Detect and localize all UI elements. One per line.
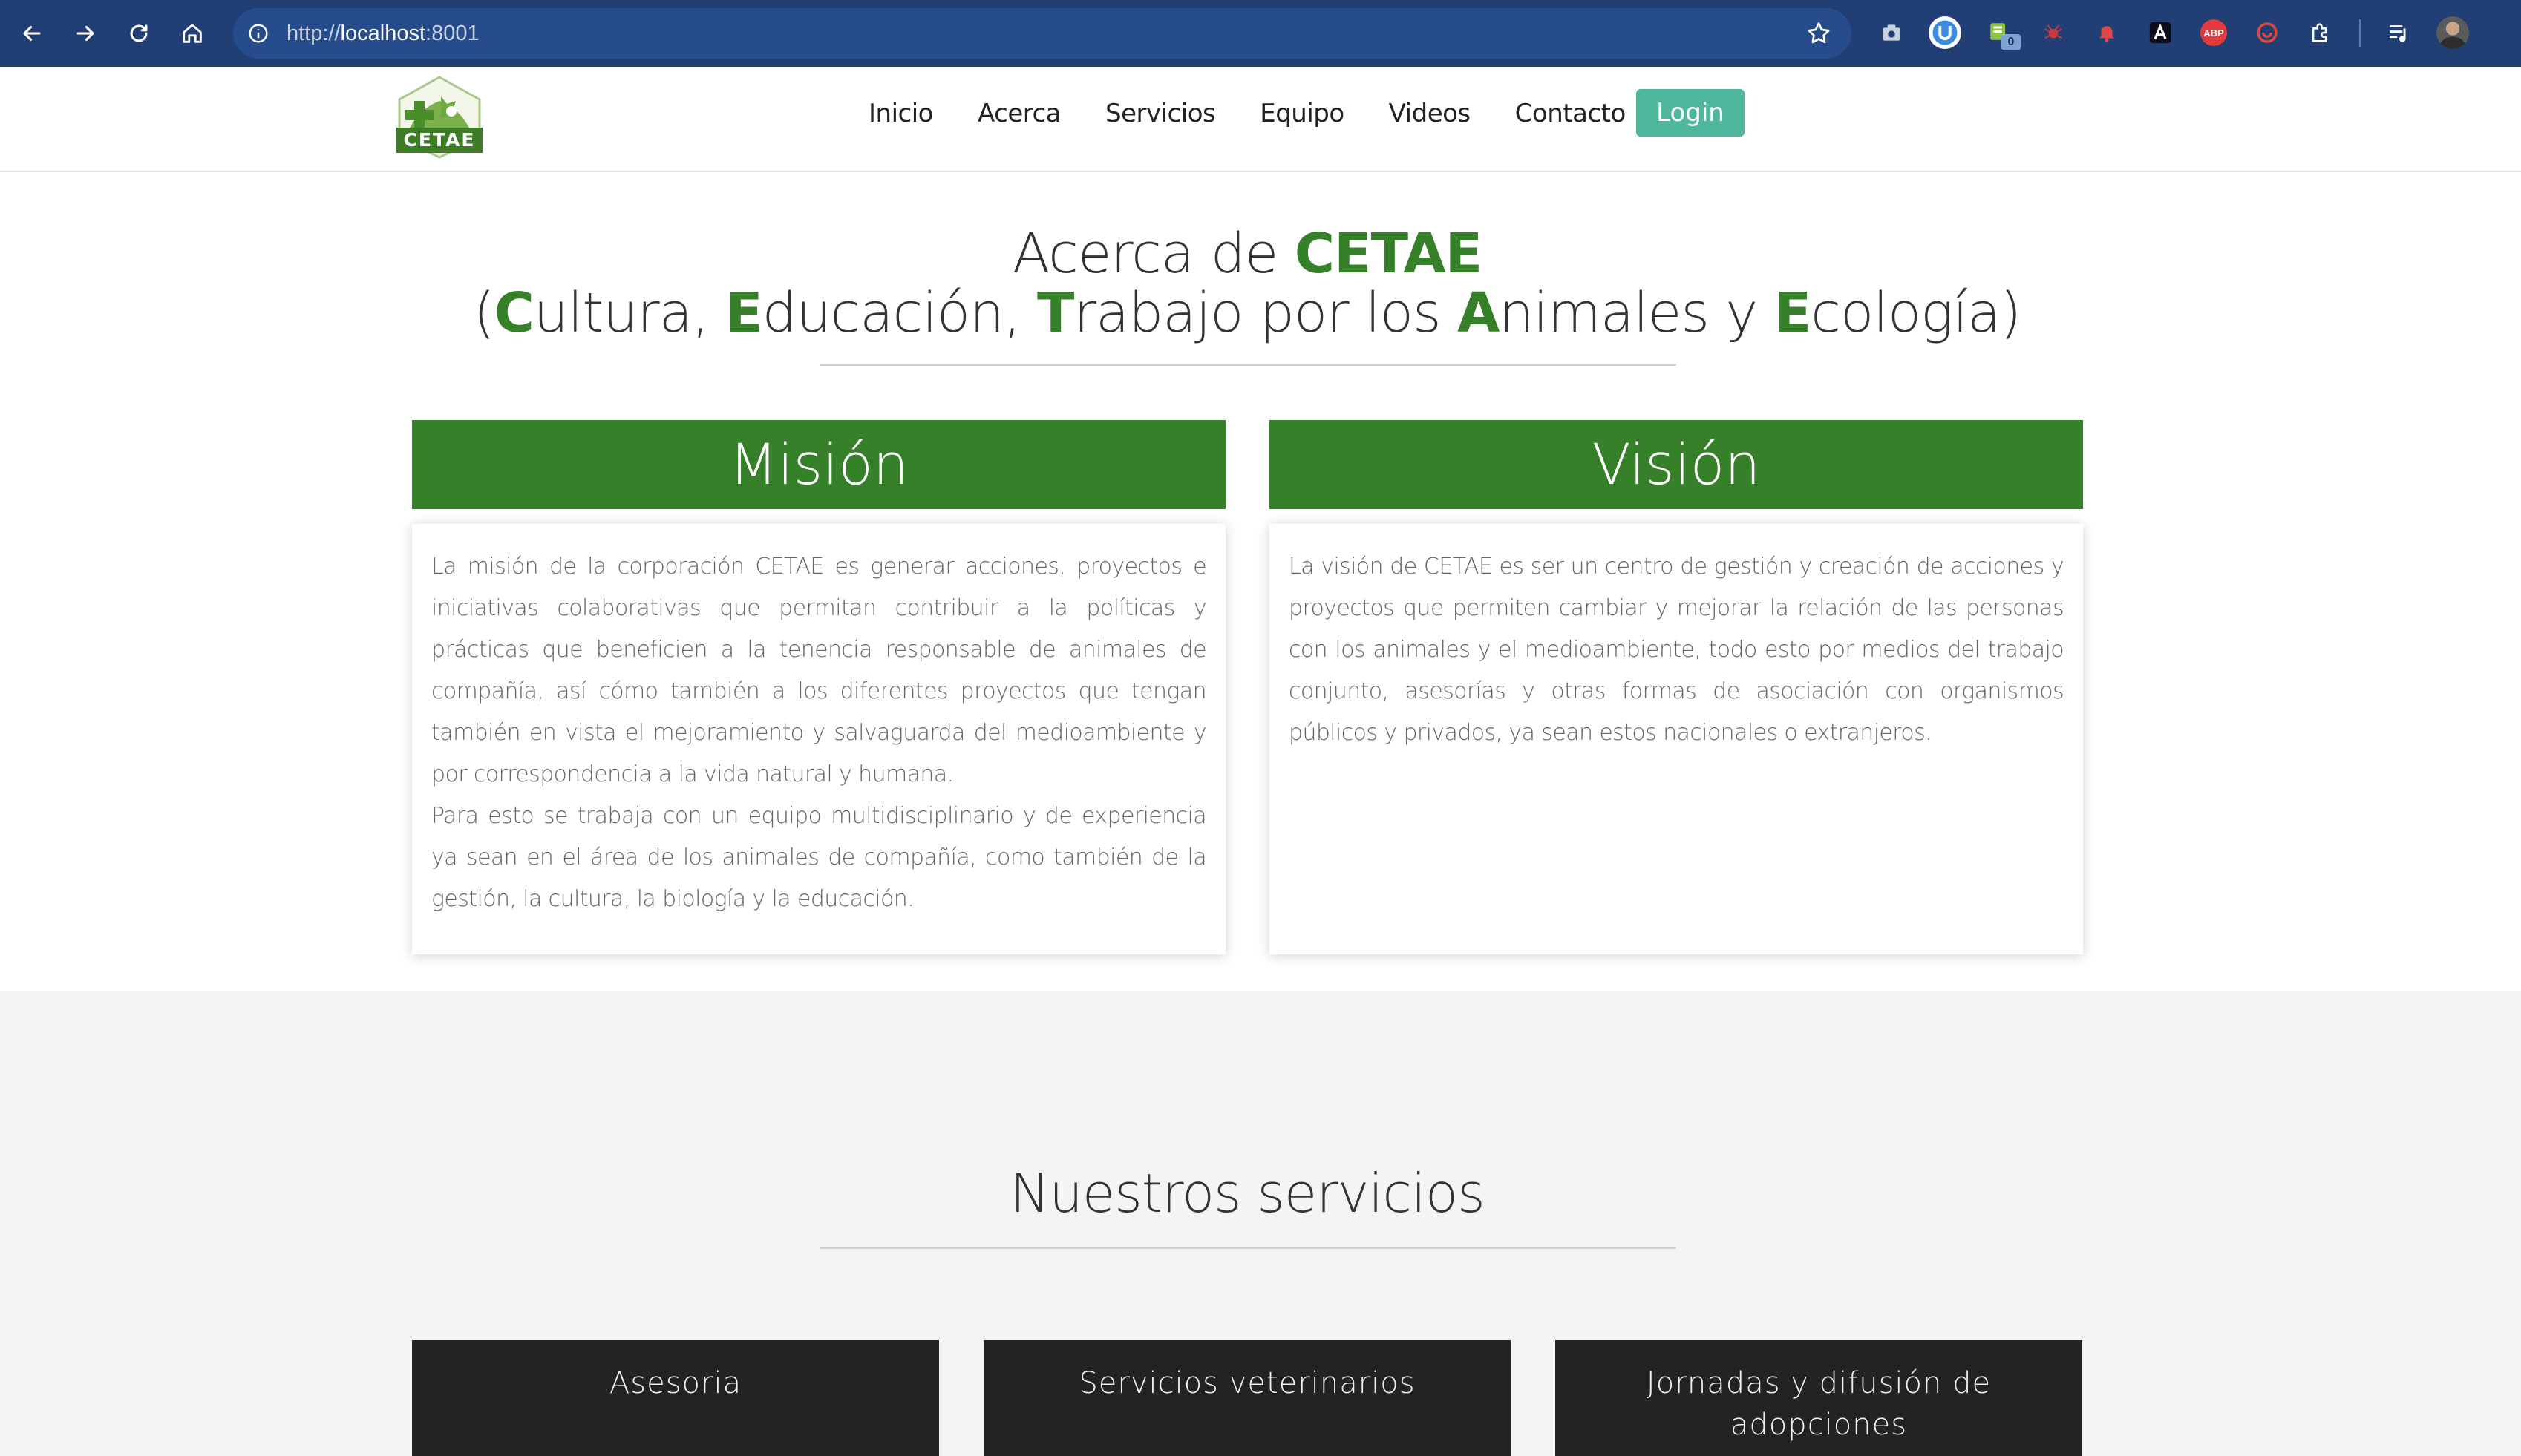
services-title: Nuestros servicios [1010, 1162, 1485, 1224]
about-title-brand: CETAE [1294, 222, 1482, 286]
url-host: localhost [340, 22, 426, 45]
puzzle-icon[interactable] [2304, 16, 2337, 49]
mission-card: La misión de la corporación CETAE es gen… [412, 524, 1226, 954]
service-title: Servicios veterinarios [1079, 1366, 1416, 1400]
bookmark-star-icon[interactable] [1805, 20, 1832, 47]
ublock-icon[interactable] [1929, 16, 1961, 49]
site-header: CETAE Inicio Acerca Servicios Equipo Vid… [0, 67, 2521, 172]
back-button[interactable] [13, 15, 50, 52]
vision-card: La visión de CETAE es ser un centro de g… [1269, 524, 2083, 954]
about-section: Acerca de CETAE (Cultura, Educación, Tra… [0, 172, 2521, 991]
service-title: Jornadas y difusión de adopciones [1646, 1366, 1992, 1442]
avatar[interactable] [2436, 16, 2469, 49]
vision-text: La visión de CETAE es ser un centro de g… [1289, 554, 2064, 746]
arrow-left-icon [23, 25, 41, 42]
home-button[interactable] [174, 15, 211, 52]
nav-inicio[interactable]: Inicio [869, 99, 933, 128]
adblock-icon[interactable]: ABP [2197, 16, 2230, 49]
login-button[interactable]: Login [1636, 89, 1745, 137]
browser-toolbar: http://localhost:8001 0 ABP [0, 0, 2521, 67]
spider-icon[interactable] [2037, 16, 2070, 49]
service-title: Asesoria [609, 1366, 742, 1400]
vision-header: Visión [1269, 420, 2083, 509]
extension-badge: 0 [2001, 34, 2021, 50]
mission-text-2: Para esto se trabaja con un equipo multi… [431, 803, 1207, 912]
cetae-logo[interactable]: CETAE [392, 74, 487, 160]
mission-header: Misión [412, 420, 1226, 509]
forward-button[interactable] [67, 15, 104, 52]
nav-contacto[interactable]: Contacto [1515, 99, 1626, 128]
site-info-icon[interactable] [245, 20, 272, 47]
url-text[interactable]: http://localhost:8001 [287, 8, 480, 59]
arrow-right-icon [76, 25, 94, 42]
service-card-veterinarios[interactable]: Servicios veterinarios [984, 1340, 1511, 1456]
service-card-asesoria[interactable]: Asesoria [412, 1340, 939, 1456]
screenshot-icon[interactable] [1875, 16, 1908, 49]
a-icon[interactable] [2144, 16, 2177, 49]
red-circle-icon[interactable] [2251, 16, 2283, 49]
bell-icon[interactable] [2090, 16, 2123, 49]
media-icon[interactable] [2383, 16, 2416, 49]
service-card-adopciones[interactable]: Jornadas y difusión de adopciones [1555, 1340, 2082, 1456]
nav-servicios[interactable]: Servicios [1105, 99, 1216, 128]
nav-videos[interactable]: Videos [1389, 99, 1471, 128]
home-icon [183, 24, 202, 43]
adblock-label: ABP [2200, 19, 2227, 46]
reload-icon [130, 24, 148, 42]
services-divider [820, 1247, 1676, 1249]
tab-counter-icon[interactable]: 0 [1984, 16, 2021, 50]
address-bar[interactable]: http://localhost:8001 [233, 8, 1851, 59]
about-divider [820, 364, 1676, 366]
reload-button[interactable] [120, 15, 157, 52]
main-nav: Inicio Acerca Servicios Equipo Videos Co… [869, 89, 1670, 138]
mission-text: La misión de la corporación CETAE es gen… [431, 554, 1207, 787]
about-title-prefix: Acerca de [1012, 222, 1295, 286]
url-prefix: http:// [287, 22, 341, 45]
nav-acerca[interactable]: Acerca [978, 99, 1062, 128]
services-section: Nuestros servicios Asesoria Servicios ve… [0, 991, 2521, 1456]
about-subtitle: (Cultura, Educación, Trabajo por los Ani… [473, 281, 2022, 345]
logo-text: CETAE [403, 129, 476, 151]
url-port: :8001 [425, 22, 480, 45]
about-title: Acerca de CETAE (Cultura, Educación, Tra… [0, 224, 2494, 343]
nav-equipo[interactable]: Equipo [1260, 99, 1344, 128]
toolbar-divider [2359, 19, 2361, 47]
